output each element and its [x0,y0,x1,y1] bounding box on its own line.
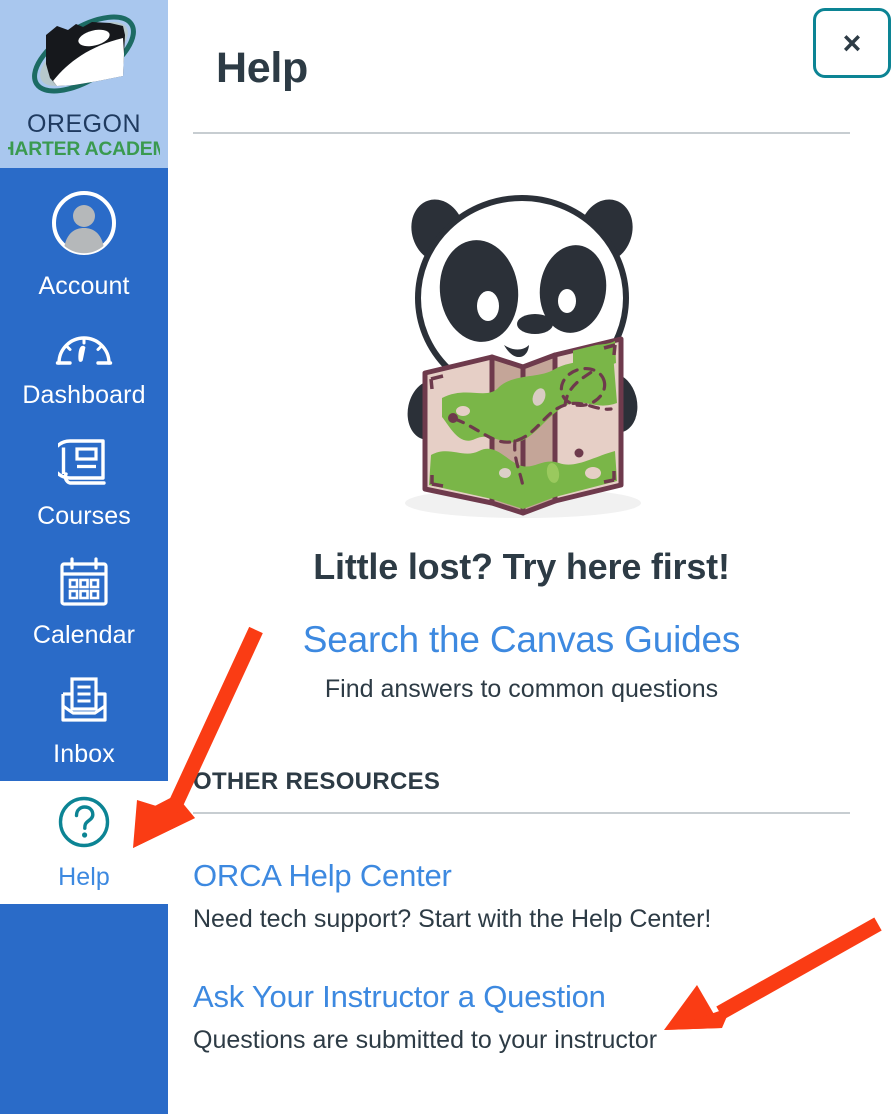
resource-link-ask-your-instructor-a-question[interactable]: Ask Your Instructor a Question [193,978,606,1016]
panda-reading-map-illustration [404,195,641,518]
resource-description-orca-help-center: Need tech support? Start with the Help C… [193,905,712,933]
header-divider [193,132,850,134]
orca-oregon-logo-icon [32,14,136,94]
help-tray-panel: Help × Little lost? Try here first! Sear… [168,0,894,1114]
brand-logo-block[interactable]: OREGON CHARTER ACADEMY [0,0,168,168]
other-resources-divider [193,812,850,814]
sidebar-item-label: Courses [37,502,131,530]
gauge-icon [55,327,113,372]
resource-item-ask-your-instructor: Ask Your Instructor a Question Questions… [193,978,850,1056]
sidebar-item-account[interactable]: Account [0,168,168,313]
page-title: Help [216,44,308,92]
global-navigation-sidebar: OREGON CHARTER ACADEMY Account [0,0,168,1114]
resource-description-ask-your-instructor: Questions are submitted to your instruct… [193,1026,658,1054]
svg-text:CHARTER ACADEMY: CHARTER ACADEMY [8,139,160,160]
sidebar-item-label: Account [38,272,130,300]
question-circle-icon [57,795,111,854]
sidebar-item-label: Calendar [32,621,136,649]
sidebar-item-dashboard[interactable]: Dashboard [0,313,168,422]
sidebar-item-label: Inbox [53,740,115,768]
sidebar-item-label: Help [58,863,110,891]
user-avatar-icon [51,190,117,261]
book-icon [49,436,110,493]
resource-link-orca-help-center[interactable]: ORCA Help Center [193,857,452,895]
svg-text:OREGON: OREGON [27,110,141,138]
help-tray-header: Help × [168,0,894,137]
help-tray-body: Little lost? Try here first! Search the … [168,137,894,1056]
hero-illustration-wrapper [193,137,850,521]
brand-wordmark: OREGON CHARTER ACADEMY [8,110,160,160]
resource-item-orca-help-center: ORCA Help Center Need tech support? Star… [193,857,850,935]
search-canvas-guides-link[interactable]: Search the Canvas Guides [193,617,850,663]
help-tray-screen: OREGON CHARTER ACADEMY Account [0,0,894,1114]
search-canvas-guides-description: Find answers to common questions [324,675,719,703]
sidebar-item-inbox[interactable]: Inbox [0,662,168,781]
hero-heading: Little lost? Try here first! [313,546,730,587]
sidebar-filler [0,904,168,1114]
sidebar-item-courses[interactable]: Courses [0,422,168,543]
other-resources-heading: OTHER RESOURCES [193,768,441,795]
sidebar-item-calendar[interactable]: Calendar [0,543,168,662]
sidebar-item-help[interactable]: Help [0,781,168,904]
close-icon: × [842,25,862,61]
close-button[interactable]: × [813,8,891,78]
sidebar-item-label: Dashboard [22,381,146,409]
inbox-tray-icon [57,676,111,731]
calendar-icon [58,557,110,612]
